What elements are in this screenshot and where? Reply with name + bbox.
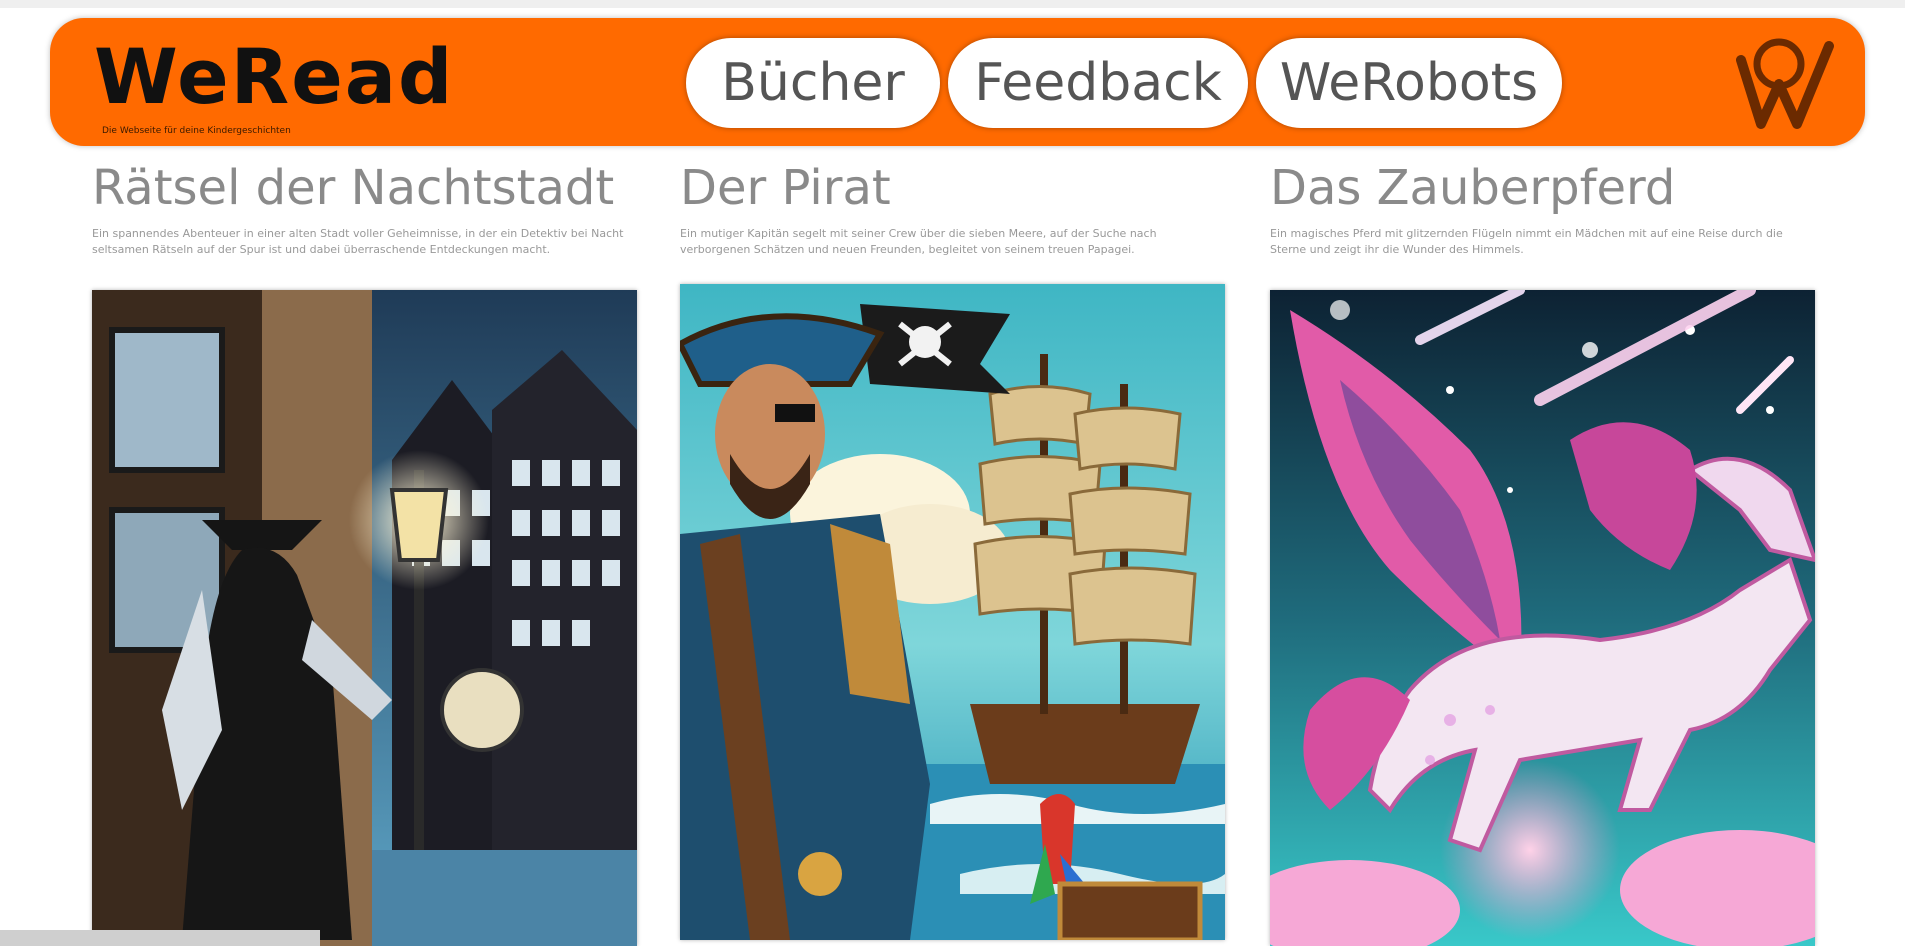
book-title[interactable]: Das Zauberpferd [1270, 156, 1815, 220]
book-description: Ein spannendes Abenteuer in einer alten … [92, 227, 624, 256]
browser-status-bar [0, 930, 320, 946]
nav-werobots-button[interactable]: WeRobots [1256, 38, 1562, 128]
browser-top-strip [0, 0, 1905, 8]
we-monogram-icon[interactable] [1731, 32, 1841, 132]
book-card-raetsel[interactable]: Rätsel der Nachtstadt Ein spannendes Abe… [92, 156, 637, 946]
site-logo[interactable]: WeRead [94, 32, 454, 122]
nav-buecher-button[interactable]: Bücher [686, 38, 940, 128]
book-card-pirat[interactable]: Der Pirat Ein mutiger Kapitän segelt mit… [680, 156, 1225, 940]
brand[interactable]: WeRead Die Webseite für deine Kindergesc… [94, 32, 524, 136]
site-tagline: Die Webseite für deine Kindergeschichten [102, 126, 291, 136]
nav-feedback-button[interactable]: Feedback [948, 38, 1248, 128]
book-cover-image[interactable] [680, 284, 1225, 940]
book-cover-image[interactable] [1270, 290, 1815, 946]
main-nav: Bücher Feedback WeRobots [686, 38, 1562, 128]
site-header: WeRead Die Webseite für deine Kindergesc… [50, 18, 1865, 146]
book-title[interactable]: Der Pirat [680, 156, 1225, 220]
book-description: Ein mutiger Kapitän segelt mit seiner Cr… [680, 227, 1157, 256]
book-title[interactable]: Rätsel der Nachtstadt [92, 156, 637, 220]
book-card-zauberpferd[interactable]: Das Zauberpferd Ein magisches Pferd mit … [1270, 156, 1815, 946]
book-description: Ein magisches Pferd mit glitzernden Flüg… [1270, 227, 1783, 256]
book-cover-image[interactable] [92, 290, 637, 946]
